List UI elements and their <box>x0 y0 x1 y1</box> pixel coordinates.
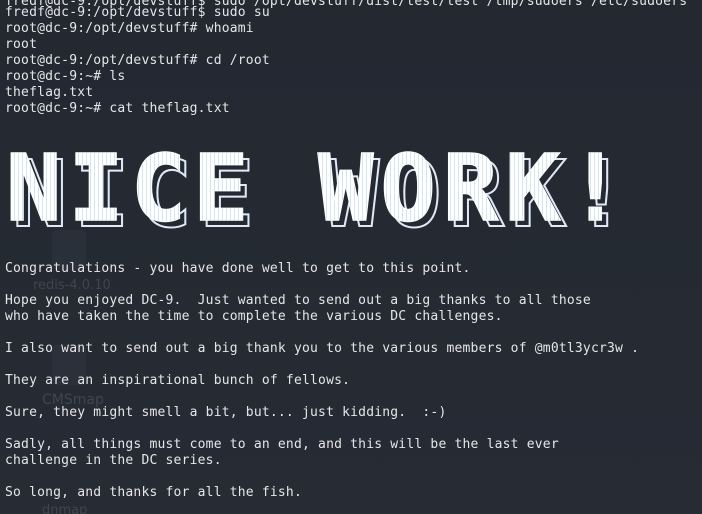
terminal-window[interactable]: redis-4.0.10 CMSmap dnmap fredf@dc-9:/op… <box>0 0 702 514</box>
message-line: challenge in the DC series. <box>5 453 222 468</box>
message-line: They are an inspirational bunch of fello… <box>5 373 351 388</box>
ascii-banner: NICE WORK!!! NICE WORK!!! <box>5 140 624 240</box>
message-line: So long, and thanks for all the fish. <box>5 485 302 500</box>
message-line: who have taken the time to complete the … <box>5 309 503 324</box>
message-line: Sadly, all things must come to an end, a… <box>5 437 559 452</box>
desktop-icon-label: redis-4.0.10 <box>33 278 111 293</box>
terminal-line: root@dc-9:/opt/devstuff# cd /root <box>5 53 270 68</box>
terminal-line: root <box>5 37 38 52</box>
terminal-line: root@dc-9:/opt/devstuff# whoami <box>5 21 254 36</box>
message-line: Sure, they might smell a bit, but... jus… <box>5 405 447 420</box>
desktop-icon-label: dnmap <box>42 503 88 514</box>
banner-text: NICE WORK!!! <box>6 140 624 240</box>
message-line: Hope you enjoyed DC-9. Just wanted to se… <box>5 293 591 308</box>
terminal-line: theflag.txt <box>5 85 94 100</box>
terminal-line: root@dc-9:~# ls <box>5 69 126 84</box>
message-line: I also want to send out a big thank you … <box>5 341 640 356</box>
message-line: Congratulations - you have done well to … <box>5 261 471 276</box>
terminal-line: root@dc-9:~# cat theflag.txt <box>5 101 230 116</box>
terminal-line: fredf@dc-9:/opt/devstuff$ sudo su <box>5 5 270 20</box>
